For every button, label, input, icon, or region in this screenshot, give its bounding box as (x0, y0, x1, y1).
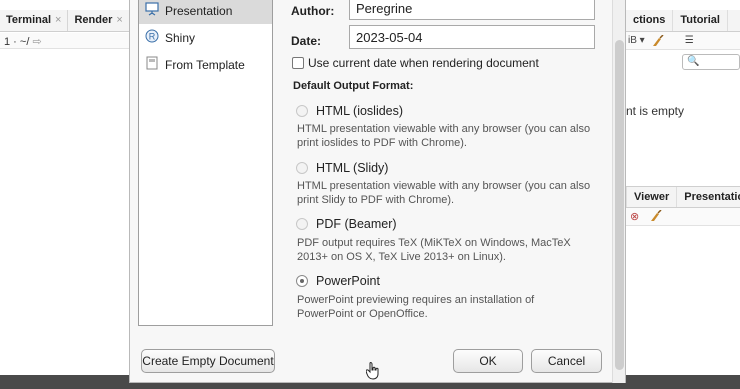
environment-empty-text: nt is empty (626, 104, 685, 118)
scroll-thumb[interactable] (615, 40, 624, 370)
format-description: PDF output requires TeX (MiKTeX on Windo… (297, 237, 571, 263)
radio-slidy[interactable] (296, 162, 308, 174)
output-format-heading: Default Output Format: (293, 80, 414, 92)
list-icon[interactable]: ☰ (685, 35, 694, 46)
radio-powerpoint[interactable] (296, 275, 308, 287)
tab-terminal[interactable]: Terminal × (0, 10, 69, 31)
broom-icon[interactable] (649, 209, 663, 223)
format-option-powerpoint[interactable]: PowerPoint (296, 274, 380, 288)
template-icon (145, 56, 159, 73)
sidebar-item-from-template[interactable]: From Template (139, 51, 272, 78)
format-description: HTML presentation viewable with any brow… (297, 180, 591, 206)
sidebar-item-label: From Template (165, 57, 245, 72)
format-label: PDF (Beamer) (316, 217, 397, 231)
use-current-date-label: Use current date when rendering document (308, 56, 539, 70)
source-pane (0, 0, 130, 389)
broom-icon[interactable] (651, 34, 665, 46)
close-icon[interactable]: × (55, 14, 61, 26)
cancel-button[interactable]: Cancel (531, 349, 602, 373)
document-type-list: Presentation R Shiny From Template (138, 0, 273, 326)
create-empty-document-button[interactable]: Create Empty Document (141, 349, 275, 373)
radio-ioslides[interactable] (296, 105, 308, 117)
format-option-ioslides[interactable]: HTML (ioslides) (296, 104, 403, 118)
sidebar-item-shiny[interactable]: R Shiny (139, 24, 272, 51)
sidebar-item-presentation[interactable]: Presentation (139, 0, 272, 24)
search-icon: 🔍 (687, 56, 700, 67)
tab-connections[interactable]: ctions (626, 10, 674, 31)
dialog-scrollbar[interactable] (612, 0, 625, 383)
viewer-toolbar: ⊗ (626, 208, 740, 226)
tab-render[interactable]: Render × (68, 10, 130, 31)
svg-text:R: R (149, 32, 156, 42)
stop-icon[interactable]: ⊗ (630, 210, 639, 223)
environment-search[interactable]: 🔍 (682, 54, 740, 70)
author-input[interactable] (349, 0, 595, 20)
ok-button[interactable]: OK (453, 349, 523, 373)
close-icon[interactable]: × (116, 14, 122, 26)
date-input[interactable] (349, 25, 595, 49)
shiny-icon: R (145, 29, 159, 46)
right-toolbar: iB ▾ ☰ (626, 32, 740, 50)
arrow-icon: ⇨ (32, 36, 42, 48)
terminal-path: 1 · ~/ ⇨ (0, 33, 130, 49)
format-label: HTML (ioslides) (316, 104, 404, 118)
new-rmarkdown-dialog: Presentation R Shiny From Template Autho… (129, 0, 626, 383)
radio-beamer[interactable] (296, 218, 308, 230)
sidebar-item-label: Shiny (165, 30, 196, 45)
format-option-beamer[interactable]: PDF (Beamer) (296, 217, 397, 231)
format-option-slidy[interactable]: HTML (Slidy) (296, 161, 388, 175)
memory-usage[interactable]: iB ▾ (628, 35, 645, 46)
use-current-date-checkbox[interactable] (292, 57, 304, 69)
tab-viewer[interactable]: Viewer (627, 187, 678, 207)
tab-tutorial[interactable]: Tutorial (673, 10, 728, 31)
right-top-tab-bar: ctions Tutorial (626, 10, 740, 32)
author-label: Author: (291, 4, 335, 18)
format-description: PowerPoint previewing requires an instal… (297, 294, 535, 320)
date-label: Date: (291, 34, 322, 48)
left-tab-bar: Terminal × Render × (0, 10, 130, 32)
presentation-icon (145, 2, 159, 19)
format-label: HTML (Slidy) (316, 161, 389, 175)
format-label: PowerPoint (316, 274, 380, 288)
format-description: HTML presentation viewable with any brow… (297, 123, 591, 149)
use-current-date-option[interactable]: Use current date when rendering document (292, 56, 539, 70)
hand-cursor-icon (365, 362, 380, 383)
sidebar-item-label: Presentation (165, 3, 233, 18)
right-bottom-tab-bar: Viewer Presentatio (626, 186, 740, 208)
tab-presentation[interactable]: Presentatio (677, 187, 740, 207)
